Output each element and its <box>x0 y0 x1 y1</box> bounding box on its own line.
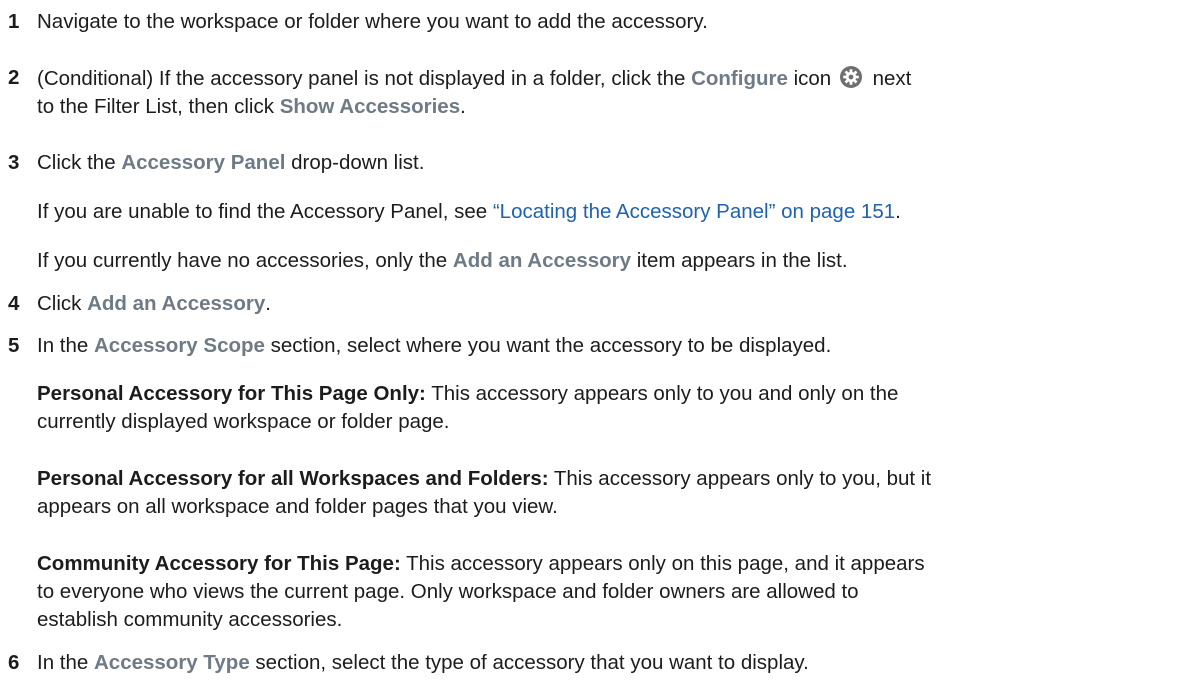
step-text: section, select the type of accessory th… <box>249 651 809 674</box>
step-text: drop-down list. <box>285 151 425 174</box>
step-text-line: In the Accessory Type section, select th… <box>37 650 809 676</box>
step-text: to the Filter List, then click <box>37 95 280 118</box>
step-number: 2 <box>8 66 20 89</box>
add-accessory-label: Add an Accessory <box>452 249 632 272</box>
step-text: (Conditional) If the accessory panel is … <box>37 67 692 90</box>
gear-icon[interactable] <box>839 65 863 89</box>
step-text: section, select where you want the acces… <box>264 334 832 357</box>
scope-option-desc: appears on all workspace and folder page… <box>37 495 558 518</box>
step-number: 3 <box>8 151 20 174</box>
accessory-scope-label: Accessory Scope <box>94 334 265 357</box>
add-accessory-label: Add an Accessory <box>87 292 266 315</box>
scope-option-desc: currently displayed workspace or folder … <box>37 410 450 433</box>
step-text: Click the <box>37 151 122 174</box>
note-text: . <box>895 200 901 223</box>
step-text: In the <box>37 334 94 357</box>
note-text: If you currently have no accessories, on… <box>37 249 453 272</box>
step-text: Navigate to the workspace or folder wher… <box>37 10 708 33</box>
step-number: 5 <box>8 334 20 357</box>
scope-option-term: Personal Accessory for This Page Only: <box>37 382 426 405</box>
step-text-line: Click Add an Accessory. <box>37 291 271 317</box>
step-note: If you are unable to find the Accessory … <box>37 199 901 225</box>
scope-option-line: Community Accessory for This Page: This … <box>37 551 925 577</box>
scope-option-desc: This accessory appears only to you and o… <box>425 382 899 405</box>
step-number: 4 <box>8 292 20 315</box>
document-page: 1 Navigate to the workspace or folder wh… <box>0 0 1178 692</box>
step-text: Click <box>37 292 88 315</box>
scope-option-term: Personal Accessory for all Workspaces an… <box>37 467 549 490</box>
step-text-line: Click the Accessory Panel drop-down list… <box>37 150 424 176</box>
scope-option-desc: establish community accessories. <box>37 608 343 631</box>
locating-panel-link[interactable]: “Locating the Accessory Panel” on page 1… <box>493 200 895 223</box>
step-text-line: to the Filter List, then click Show Acce… <box>37 94 466 120</box>
scope-option-desc: This accessory appears only on this page… <box>400 552 925 575</box>
accessory-panel-label: Accessory Panel <box>121 151 286 174</box>
scope-option-desc: This accessory appears only to you, but … <box>548 467 932 490</box>
scope-option-line: Personal Accessory for This Page Only: T… <box>37 381 898 407</box>
show-accessories-label: Show Accessories <box>279 95 461 118</box>
step-text: In the <box>37 651 94 674</box>
step-text: . <box>460 95 466 118</box>
scope-option-term: Community Accessory for This Page: <box>37 552 401 575</box>
step-text-line: (Conditional) If the accessory panel is … <box>37 65 911 92</box>
scope-option-line: Personal Accessory for all Workspaces an… <box>37 466 931 492</box>
step-note: If you currently have no accessories, on… <box>37 248 848 274</box>
step-text: next <box>866 67 912 90</box>
step-text: . <box>265 292 271 315</box>
step-number: 6 <box>8 651 20 674</box>
note-text: item appears in the list. <box>631 249 848 272</box>
configure-label: Configure <box>691 67 788 90</box>
accessory-type-label: Accessory Type <box>94 651 250 674</box>
step-number: 1 <box>8 10 20 33</box>
step-text: icon <box>787 67 832 90</box>
note-text: If you are unable to find the Accessory … <box>37 200 493 223</box>
step-text-line: In the Accessory Scope section, select w… <box>37 333 831 359</box>
scope-option-desc: to everyone who views the current page. … <box>37 580 859 603</box>
